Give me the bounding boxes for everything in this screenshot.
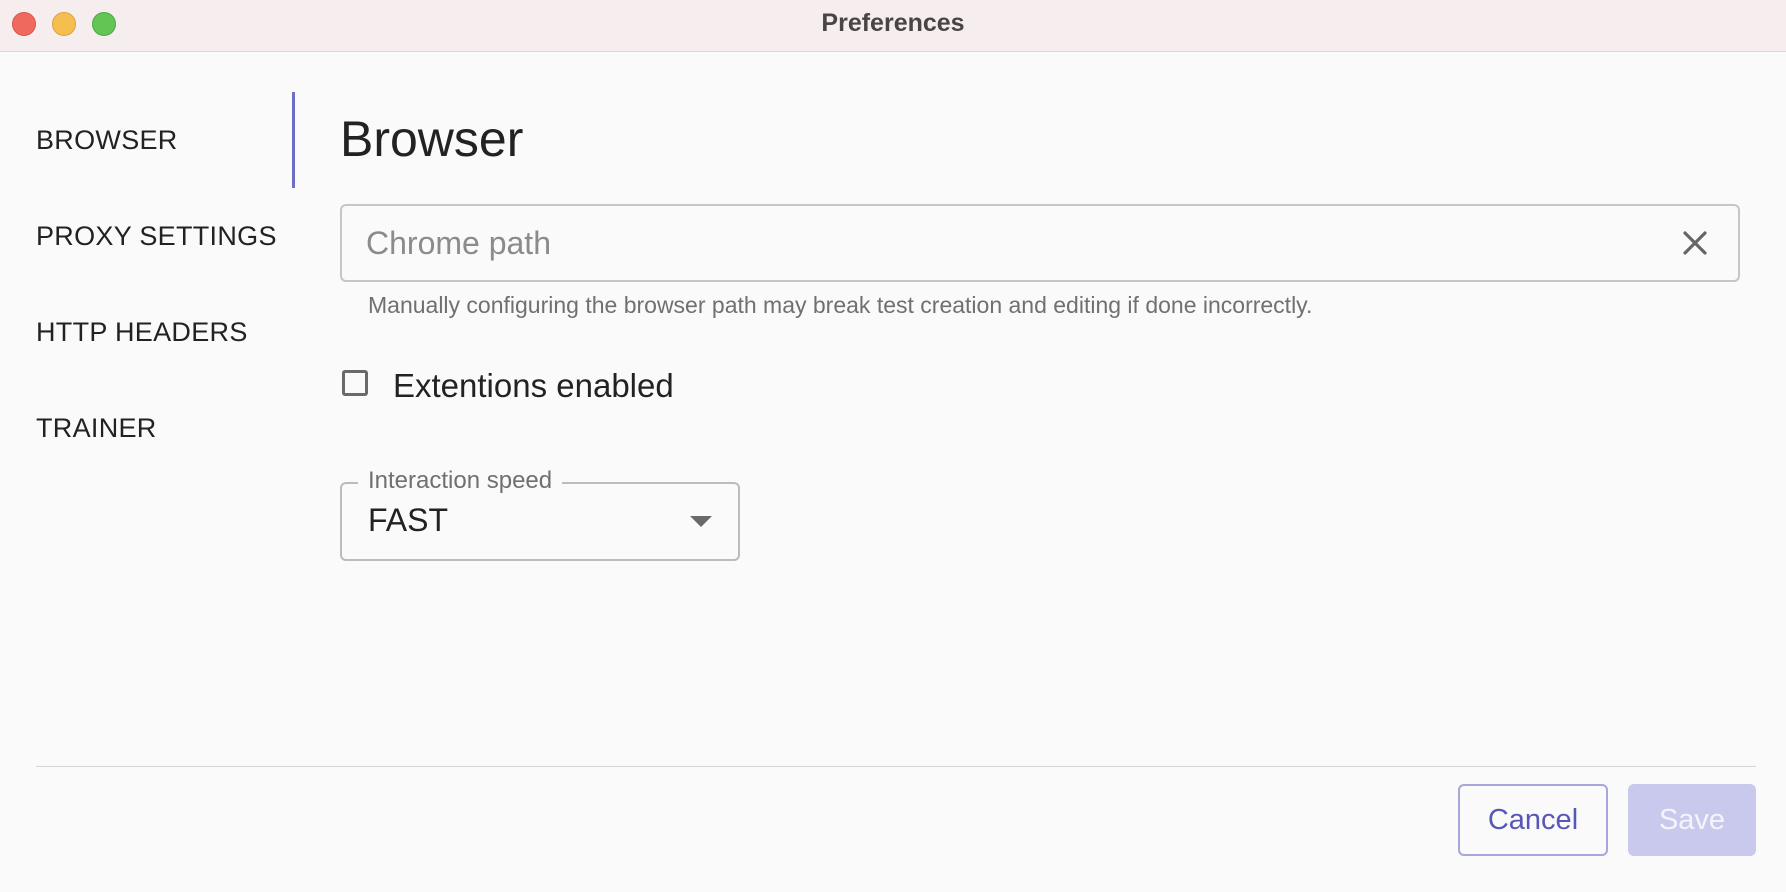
cancel-button[interactable]: Cancel <box>1458 784 1608 856</box>
interaction-speed-value: FAST <box>368 502 449 538</box>
chrome-path-input[interactable] <box>366 206 1646 280</box>
chrome-path-field <box>340 204 1740 282</box>
sidebar-item-label: TRAINER <box>36 413 157 443</box>
title-bar: Preferences <box>0 0 1786 52</box>
preferences-window: Preferences BROWSER PROXY SETTINGS HTTP … <box>0 0 1786 892</box>
sidebar-item-trainer[interactable]: TRAINER <box>36 398 296 494</box>
footer-divider <box>36 766 1756 767</box>
chrome-path-helper-text: Manually configuring the browser path ma… <box>368 292 1313 318</box>
interaction-speed-label: Interaction speed <box>358 466 563 496</box>
sidebar-item-label: PROXY SETTINGS <box>36 221 277 251</box>
interaction-speed-select[interactable]: Interaction speed FAST <box>340 466 740 561</box>
close-icon[interactable] <box>1678 226 1712 260</box>
extensions-checkbox-row[interactable]: Extentions enabled <box>340 364 840 408</box>
sidebar-item-proxy-settings[interactable]: PROXY SETTINGS <box>36 206 296 302</box>
sidebar-item-label: BROWSER <box>36 125 178 155</box>
window-title: Preferences <box>821 9 965 37</box>
page-title: Browser <box>340 111 524 167</box>
sidebar-item-browser[interactable]: BROWSER <box>36 110 296 206</box>
save-button[interactable]: Save <box>1628 784 1756 856</box>
extensions-checkbox-label: Extentions enabled <box>393 367 674 404</box>
caret-down-icon <box>690 516 712 527</box>
sidebar-item-http-headers[interactable]: HTTP HEADERS <box>36 302 296 398</box>
extensions-checkbox[interactable] <box>342 370 368 396</box>
sidebar-item-label: HTTP HEADERS <box>36 317 248 347</box>
